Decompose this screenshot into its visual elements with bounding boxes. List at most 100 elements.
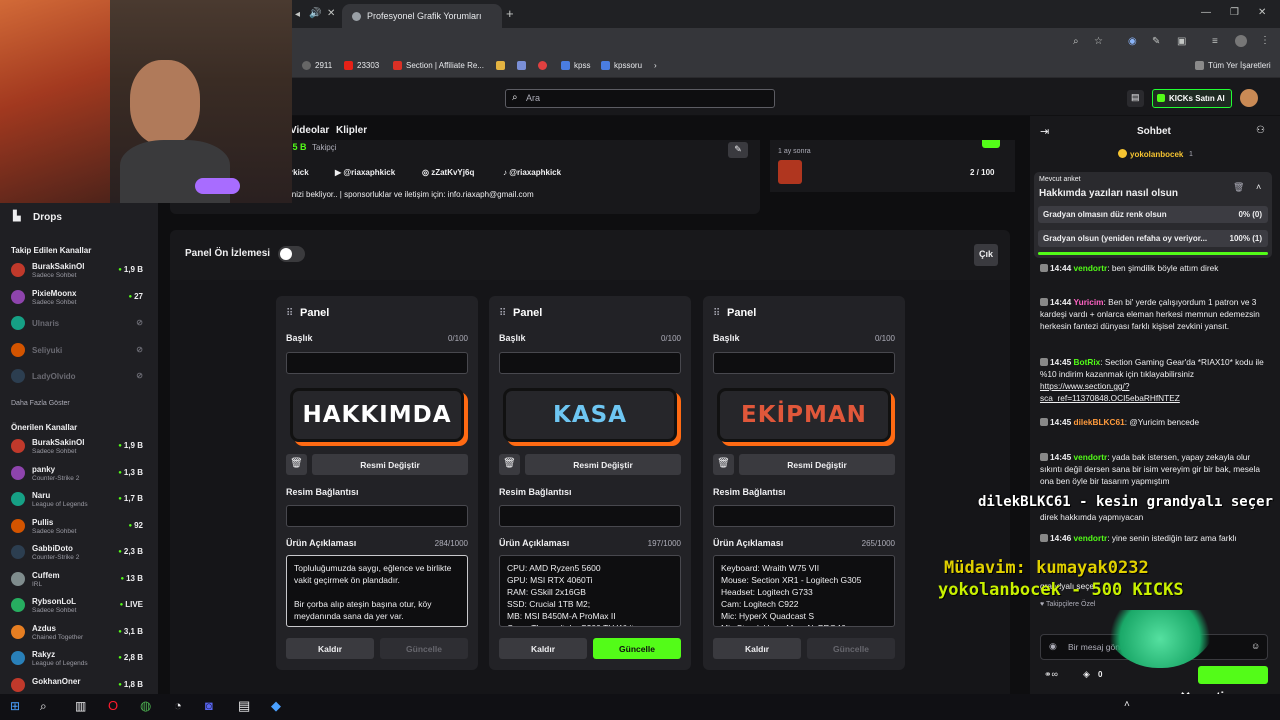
drops-link[interactable]: Drops	[33, 212, 62, 223]
dashboard-button[interactable]: ▤	[1127, 90, 1144, 107]
kicks-count-icon[interactable]: ⚭∞	[1044, 669, 1058, 680]
puzzle-icon[interactable]: ▣	[1177, 36, 1186, 47]
update-button[interactable]: Güncelle	[807, 638, 895, 659]
change-image-button[interactable]: Resmi Değiştir	[525, 454, 681, 475]
update-button[interactable]: Güncelle	[380, 638, 468, 659]
sidebar-channel-item[interactable]: CuffemIRL 13 B	[11, 569, 149, 593]
chat-username[interactable]: BotRix	[1074, 357, 1101, 367]
sidebar-channel-item[interactable]: Ulnaris ⊘	[11, 313, 149, 337]
change-image-button[interactable]: Resmi Değiştir	[739, 454, 895, 475]
sidebar-channel-item[interactable]: PixieMoonxSadece Sohbet 27	[11, 287, 149, 311]
minimize-icon[interactable]: —	[1201, 7, 1211, 18]
extension-icon[interactable]: ◉	[1128, 36, 1137, 47]
sidebar-channel-item[interactable]: GabbiDotoCounter-Strike 2 2,3 B	[11, 542, 149, 566]
sidebar-channel-item[interactable]: PullisSadece Sohbet 92	[11, 516, 149, 540]
search-input[interactable]: ⌕ Ara	[505, 89, 775, 108]
bookmark-23303[interactable]: 23303	[344, 61, 379, 70]
audio-icon[interactable]: 🔊	[309, 8, 321, 19]
menu-list-icon[interactable]: ≡	[1212, 36, 1218, 47]
description-textarea[interactable]: Keyboard: Wraith W75 VII Mouse: Section …	[713, 555, 895, 627]
discord-icon[interactable]: ◙	[205, 698, 213, 713]
social-discord[interactable]: ◎ zZatKvYj6q	[422, 168, 474, 177]
chat-username[interactable]: vendortr	[1074, 452, 1108, 462]
tab-close-icon[interactable]: ✕	[327, 8, 335, 19]
sidebar-channel-item[interactable]: Seliyuki ⊘	[11, 340, 149, 364]
exit-button[interactable]: Çık	[974, 244, 998, 266]
opera-icon[interactable]: O	[108, 698, 118, 713]
image-link-input[interactable]	[286, 505, 468, 527]
collapse-chat-icon[interactable]: ⇥	[1040, 125, 1049, 138]
trash-icon[interactable]: 🗑	[1233, 182, 1244, 193]
app-icon-1[interactable]: ▥	[75, 699, 86, 713]
kebab-menu-icon[interactable]: ⋮	[1260, 35, 1270, 46]
sidebar-channel-item[interactable]: LadyOlvido ⊘	[11, 366, 149, 390]
bookmark-icon-3[interactable]	[538, 61, 547, 70]
bookmark-icon-2[interactable]	[517, 61, 526, 70]
sidebar-channel-item[interactable]: RybsonLoLSadece Sohbet LIVE	[11, 595, 149, 619]
chat-link[interactable]: https://www.section.gg/?sca_ref=11370848…	[1040, 381, 1180, 403]
obs-icon[interactable]: ◔	[174, 698, 182, 713]
update-button[interactable]: Güncelle	[593, 638, 681, 659]
bookmark-section[interactable]: Section | Affiliate Re...	[393, 61, 484, 70]
drag-handle-icon[interactable]: ⠿	[499, 308, 506, 319]
bookmark-kpssoru[interactable]: kpssoru	[601, 61, 642, 70]
windows-start-icon[interactable]: ⊞	[10, 699, 20, 713]
bookmark-2911[interactable]: 2911	[302, 61, 332, 70]
image-link-input[interactable]	[499, 505, 681, 527]
bookmarks-overflow-icon[interactable]: ›	[654, 61, 657, 70]
sidebar-channel-item[interactable]: NaruLeague of Legends 1,7 B	[11, 489, 149, 513]
sidebar-channel-item[interactable]: RakyzLeague of Legends 2,8 B	[11, 648, 149, 672]
all-bookmarks[interactable]: Tüm Yer İşaretleri	[1195, 61, 1271, 70]
maximize-icon[interactable]: ❐	[1230, 7, 1239, 18]
new-tab-icon[interactable]: +	[506, 6, 514, 21]
description-textarea[interactable]: CPU: AMD Ryzen5 5600 GPU: MSI RTX 4060Ti…	[499, 555, 681, 627]
chat-username[interactable]: vendortr	[1074, 263, 1108, 273]
remove-button[interactable]: Kaldır	[713, 638, 801, 659]
chevron-up-icon[interactable]: ˄	[1256, 182, 1261, 192]
search-icon[interactable]: ⌕	[40, 699, 47, 714]
emoji-icon[interactable]: ☺	[1251, 641, 1260, 651]
bookmark-icon-1[interactable]	[496, 61, 505, 70]
social-kick[interactable]: rkick	[290, 168, 309, 177]
tab-videos[interactable]: Videolar	[290, 125, 329, 136]
tray-chevron-icon[interactable]: ˄	[1124, 699, 1130, 710]
edit-icon[interactable]: ✎	[728, 142, 748, 158]
heading-input[interactable]	[499, 352, 681, 374]
delete-image-button[interactable]: 🗑	[286, 454, 307, 475]
remove-button[interactable]: Kaldır	[499, 638, 587, 659]
users-icon[interactable]: ⚇	[1256, 125, 1265, 136]
description-textarea[interactable]: Topluluğumuzda saygı, eğlence ve birlikt…	[286, 555, 468, 627]
tab-grafik-yorumlari[interactable]: Profesyonel Grafik Yorumları	[342, 4, 502, 28]
buy-kicks-button[interactable]: KICKs Satın Al	[1152, 89, 1232, 108]
tab-clips[interactable]: Klipler	[336, 125, 367, 136]
sidebar-channel-item[interactable]: AzdusChained Together 3,1 B	[11, 622, 149, 646]
zoom-icon[interactable]: ⌕	[1073, 36, 1079, 47]
sidebar-channel-item[interactable]: BurakSakinOlSadece Sohbet 1,9 B	[11, 260, 149, 284]
chrome-icon[interactable]: ◍	[140, 698, 151, 714]
profile-avatar-icon[interactable]	[1235, 35, 1247, 47]
star-icon[interactable]: ☆	[1094, 36, 1103, 47]
chat-username[interactable]: dilekBLKC61	[1074, 417, 1125, 427]
chat-username[interactable]: Yuricim	[1074, 297, 1104, 307]
user-avatar[interactable]	[1240, 89, 1258, 107]
pen-icon[interactable]: ✎	[1152, 36, 1160, 47]
social-youtube[interactable]: ▶ @riaxaphkick	[335, 168, 395, 177]
delete-image-button[interactable]: 🗑	[499, 454, 520, 475]
app-icon-3[interactable]: ◆	[271, 698, 281, 714]
remove-button[interactable]: Kaldır	[286, 638, 374, 659]
poll-option-1[interactable]: Gradyan olmasın düz renk olsun 0% (0)	[1038, 206, 1268, 223]
sidebar-channel-item[interactable]: BurakSakinOlSadece Sohbet 1,9 B	[11, 436, 149, 460]
window-close-icon[interactable]: ✕	[1258, 7, 1266, 18]
poll-option-2[interactable]: Gradyan olsun (yeniden refaha oy veriyor…	[1038, 230, 1268, 247]
app-icon-2[interactable]: ▤	[238, 698, 250, 714]
delete-image-button[interactable]: 🗑	[713, 454, 734, 475]
show-more-link[interactable]: Daha Fazla Göster	[11, 400, 70, 407]
drag-handle-icon[interactable]: ⠿	[713, 308, 720, 319]
social-tiktok[interactable]: ♪ @riaxaphkick	[503, 168, 561, 177]
panel-preview-toggle[interactable]	[278, 246, 305, 262]
heading-input[interactable]	[713, 352, 895, 374]
sidebar-channel-item[interactable]: pankyCounter-Strike 2 1,3 B	[11, 463, 149, 487]
back-arrow-icon[interactable]: ◂	[295, 9, 300, 20]
heading-input[interactable]	[286, 352, 468, 374]
send-chat-button[interactable]	[1198, 666, 1268, 684]
